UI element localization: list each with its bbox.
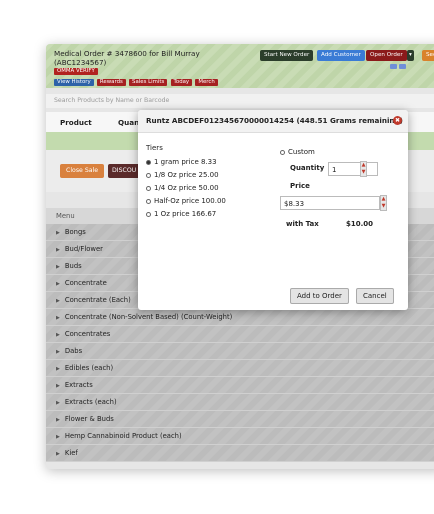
sec-button[interactable]: Sec [422, 50, 434, 61]
stepper-down-icon[interactable]: ▼ [361, 169, 366, 176]
open-order-caret-icon[interactable]: ▾ [407, 50, 414, 61]
tier-label: 1 Oz price 166.67 [154, 210, 217, 218]
menu-item-extracts[interactable]: ▶ Extracts [46, 377, 434, 394]
with-tax-value: $10.00 [346, 220, 374, 228]
chevron-right-icon: ▶ [56, 264, 60, 270]
menu-item-dabs[interactable]: ▶ Dabs [46, 343, 434, 360]
product-modal: Runtz ABCDEF012345670000014254 (448.51 G… [138, 110, 408, 310]
quantity-stepper[interactable]: ▲ ▼ [360, 161, 367, 177]
chevron-right-icon: ▶ [56, 434, 60, 440]
menu-item-kief[interactable]: ▶ Kief [46, 445, 434, 462]
radio-icon[interactable] [280, 149, 285, 155]
radio-icon[interactable] [146, 198, 151, 204]
menu-item-label: Extracts [64, 381, 93, 389]
custom-label: Custom [288, 148, 315, 156]
menu-item-label: Bongs [64, 228, 86, 236]
tier-option-eighth-oz[interactable]: 1/8 Oz price 25.00 [146, 171, 219, 179]
stepper-up-icon[interactable]: ▲ [381, 196, 386, 203]
modal-title: Runtz ABCDEF012345670000014254 (448.51 G… [138, 110, 408, 133]
product-search-input[interactable]: Search Products by Name or Barcode [46, 94, 434, 108]
cancel-button[interactable]: Cancel [356, 288, 394, 304]
tier-label: 1 gram price 8.33 [154, 158, 217, 166]
order-title: Medical Order # 3478600 for Bill Murray … [54, 49, 200, 67]
omma-verify-badge[interactable]: OMMA VERIFY [54, 68, 98, 75]
chevron-right-icon: ▶ [56, 230, 60, 236]
price-input[interactable]: $8.33 [280, 196, 380, 210]
header-links: View History Rewards Sales Limits Today … [54, 77, 219, 86]
radio-selected-icon[interactable] [146, 159, 151, 165]
menu-item-extracts-each[interactable]: ▶ Extracts (each) [46, 394, 434, 411]
today-link[interactable]: Today [170, 79, 193, 86]
tier-label: 1/4 Oz price 50.00 [154, 184, 219, 192]
stepper-up-icon[interactable]: ▲ [361, 162, 366, 169]
menu-item-label: Flower & Buds [64, 415, 114, 423]
chevron-right-icon: ▶ [56, 247, 60, 253]
menu-item-hemp-cannabinoid[interactable]: ▶ Hemp Cannabinoid Product (each) [46, 428, 434, 445]
open-order-button[interactable]: Open Order [366, 50, 407, 61]
chevron-right-icon: ▶ [56, 298, 60, 304]
menu-item-label: Hemp Cannabinoid Product (each) [64, 432, 182, 440]
chevron-right-icon: ▶ [56, 349, 60, 355]
order-indicator-icon [399, 64, 406, 69]
close-sale-button[interactable]: Close Sale [60, 164, 105, 178]
view-history-link[interactable]: View History [54, 79, 94, 86]
discount-button[interactable]: DISCOU [108, 164, 141, 178]
chevron-right-icon: ▶ [56, 281, 60, 287]
menu-item-label: Buds [64, 262, 82, 270]
price-label: Price [290, 182, 310, 190]
chevron-right-icon: ▶ [56, 400, 60, 406]
rewards-link[interactable]: Rewards [96, 79, 126, 86]
tier-option-1-oz[interactable]: 1 Oz price 166.67 [146, 210, 216, 218]
start-new-order-button[interactable]: Start New Order [260, 50, 314, 61]
radio-icon[interactable] [146, 185, 151, 191]
price-stepper[interactable]: ▲ ▼ [380, 195, 387, 211]
close-icon[interactable]: ✖ [393, 116, 402, 125]
menu-item-label: Edibles (each) [64, 364, 114, 372]
chevron-right-icon: ▶ [56, 332, 60, 338]
menu-item-concentrate-non-solvent[interactable]: ▶ Concentrate (Non-Solvent Based) (Count-… [46, 309, 434, 326]
chevron-right-icon: ▶ [56, 451, 60, 457]
radio-icon[interactable] [146, 172, 151, 178]
order-header: Medical Order # 3478600 for Bill Murray … [46, 44, 434, 88]
radio-icon[interactable] [146, 211, 151, 217]
menu-item-label: Concentrate (Each) [64, 296, 131, 304]
with-tax-label: with Tax [286, 220, 319, 228]
quantity-column-header: Quan [118, 118, 140, 127]
tiers-label: Tiers [146, 144, 163, 152]
chevron-right-icon: ▶ [56, 315, 60, 321]
menu-item-label: Bud/Flower [64, 245, 103, 253]
add-customer-button[interactable]: Add Customer [317, 50, 365, 61]
quantity-label: Quantity [290, 164, 325, 172]
sales-limits-link[interactable]: Sales Limits [129, 79, 168, 86]
tier-option-half-oz[interactable]: Half-Oz price 100.00 [146, 197, 226, 205]
chevron-right-icon: ▶ [56, 366, 60, 372]
add-to-order-button[interactable]: Add to Order [290, 288, 349, 304]
menu-item-edibles-each[interactable]: ▶ Edibles (each) [46, 360, 434, 377]
menu-item-label: Extracts (each) [64, 398, 117, 406]
tier-option-quarter-oz[interactable]: 1/4 Oz price 50.00 [146, 184, 219, 192]
menu-item-concentrates[interactable]: ▶ Concentrates [46, 326, 434, 343]
menu-item-label: Concentrate [64, 279, 107, 287]
order-indicator-icon [390, 64, 397, 69]
menu-item-flower-buds[interactable]: ▶ Flower & Buds [46, 411, 434, 428]
merch-link[interactable]: Merch [195, 79, 218, 86]
product-column-header: Product [60, 118, 92, 127]
menu-item-label: Dabs [64, 347, 83, 355]
chevron-right-icon: ▶ [56, 383, 60, 389]
tier-option-1-gram[interactable]: 1 gram price 8.33 [146, 158, 217, 166]
quantity-input[interactable]: 1 [328, 162, 378, 176]
menu-item-label: Concentrate (Non-Solvent Based) (Count-W… [64, 313, 233, 321]
tier-label: Half-Oz price 100.00 [154, 197, 226, 205]
custom-option[interactable]: Custom [280, 148, 315, 156]
stepper-down-icon[interactable]: ▼ [381, 203, 386, 210]
tier-label: 1/8 Oz price 25.00 [154, 171, 219, 179]
chevron-right-icon: ▶ [56, 417, 60, 423]
menu-item-label: Concentrates [64, 330, 111, 338]
menu-item-label: Kief [64, 449, 78, 457]
